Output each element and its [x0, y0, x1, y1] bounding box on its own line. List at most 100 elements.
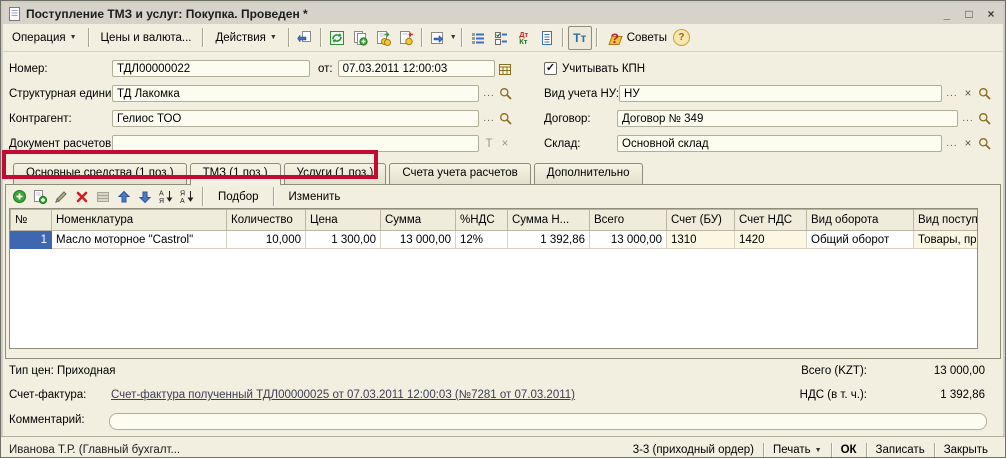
refresh-icon[interactable]	[326, 27, 348, 49]
select-ellipsis-button[interactable]: ...	[481, 110, 497, 127]
magnifier-icon[interactable]	[497, 85, 513, 102]
copy-row-icon[interactable]	[31, 188, 49, 206]
table-row[interactable]: 1 Масло моторное "Castrol" 10,000 1 300,…	[11, 231, 979, 249]
print-button[interactable]: Печать▼	[764, 444, 831, 456]
move-down-icon[interactable]	[136, 188, 154, 206]
chevron-down-icon[interactable]: ▼	[450, 34, 457, 41]
move-up-icon[interactable]	[115, 188, 133, 206]
cell-quantity[interactable]: 10,000	[227, 231, 306, 249]
invoice-link[interactable]: Счет-фактура полученный ТДЛ00000025 от 0…	[111, 389, 575, 401]
nu-account-type-input[interactable]	[619, 85, 942, 102]
tab-additional[interactable]: Дополнительно	[534, 163, 643, 184]
close-button[interactable]: ×	[984, 7, 998, 21]
cell-turnover-type[interactable]: Общий оборот	[807, 231, 914, 249]
save-button[interactable]: Записать	[867, 444, 934, 456]
ok-button[interactable]: ОК	[832, 444, 866, 456]
col-number[interactable]: №	[11, 210, 52, 231]
cell-account-vat[interactable]: 1420	[735, 231, 807, 249]
col-account-vat[interactable]: Счет НДС	[735, 210, 807, 231]
delete-row-icon[interactable]	[73, 188, 91, 206]
magnifier-icon[interactable]	[976, 135, 992, 152]
close-form-button[interactable]: Закрыть	[935, 444, 997, 456]
cell-total[interactable]: 13 000,00	[590, 231, 667, 249]
magnifier-icon[interactable]	[497, 110, 513, 127]
add-row-icon[interactable]	[10, 188, 28, 206]
date-input[interactable]	[338, 60, 495, 77]
tab-tmz[interactable]: ТМЗ (1 поз.)	[190, 163, 281, 186]
counterparty-input[interactable]	[112, 110, 479, 127]
structural-unit-input[interactable]	[112, 85, 479, 102]
cell-amount[interactable]: 13 000,00	[381, 231, 456, 249]
edit-row-icon[interactable]	[52, 188, 70, 206]
cell-nomenclature[interactable]: Масло моторное "Castrol"	[52, 231, 227, 249]
maximize-button[interactable]: □	[962, 7, 976, 21]
chevron-down-icon: ▼	[70, 34, 77, 41]
unpost-document-icon[interactable]	[395, 27, 417, 49]
warehouse-input[interactable]	[617, 135, 942, 152]
cell-vat-amount[interactable]: 1 392,86	[508, 231, 590, 249]
prices-currency-button[interactable]: Цены и валюта...	[94, 29, 199, 47]
go-to-icon[interactable]	[427, 27, 449, 49]
cell-receipt-type[interactable]: Товары, приобр...	[914, 231, 979, 249]
row-number-cell[interactable]: 1	[11, 231, 52, 249]
select-ellipsis-button[interactable]: ...	[944, 85, 960, 102]
totals-icon	[94, 188, 112, 206]
toolbar-separator	[288, 28, 290, 47]
items-table: № Номенклатура Количество Цена Сумма %НД…	[9, 208, 978, 349]
tab-settlement-accounts[interactable]: Счета учета расчетов	[389, 163, 530, 184]
col-total[interactable]: Всего	[590, 210, 667, 231]
col-turnover-type[interactable]: Вид оборота	[807, 210, 914, 231]
select-ellipsis-button[interactable]: ...	[944, 135, 960, 152]
post-document-icon[interactable]	[372, 27, 394, 49]
select-ellipsis-button[interactable]: ...	[960, 110, 976, 127]
copy-add-icon[interactable]	[349, 27, 371, 49]
operation-menu[interactable]: Операция▼	[5, 29, 84, 47]
advices-button[interactable]: ? Советы	[602, 28, 672, 48]
col-account-bu[interactable]: Счет (БУ)	[667, 210, 735, 231]
sort-descending-icon[interactable]: ЯА	[178, 188, 196, 206]
tab-strip: Основные средства (1 поз.) ТМЗ (1 поз.) …	[1, 153, 1005, 184]
cell-account-bu[interactable]: 1310	[667, 231, 735, 249]
document-icon	[8, 7, 21, 21]
col-nomenclature[interactable]: Номенклатура	[52, 210, 227, 231]
chevron-down-icon: ▼	[270, 34, 277, 41]
tab-services[interactable]: Услуги (1 поз.)	[284, 163, 387, 184]
tab-fixed-assets[interactable]: Основные средства (1 поз.)	[13, 163, 187, 184]
col-receipt-type[interactable]: Вид поступления	[914, 210, 979, 231]
cell-vat-percent[interactable]: 12%	[456, 231, 508, 249]
pick-button[interactable]: Подбор	[210, 189, 267, 205]
clear-icon[interactable]: ×	[960, 85, 976, 102]
col-amount[interactable]: Сумма	[381, 210, 456, 231]
number-input[interactable]	[112, 60, 310, 77]
chevron-down-icon: ▼	[815, 447, 822, 454]
select-ellipsis-button[interactable]: ...	[481, 85, 497, 102]
reread-icon[interactable]	[294, 27, 316, 49]
col-quantity[interactable]: Количество	[227, 210, 306, 231]
contract-input[interactable]	[617, 110, 958, 127]
document-journal-icon[interactable]	[536, 27, 558, 49]
actions-menu[interactable]: Действия▼	[208, 29, 283, 47]
kpn-checkbox[interactable]: ✓	[544, 62, 557, 75]
clear-icon[interactable]: ×	[960, 135, 976, 152]
change-button[interactable]: Изменить	[281, 189, 349, 205]
cell-price[interactable]: 1 300,00	[306, 231, 381, 249]
document-window: Поступление ТМЗ и услуг: Покупка. Провед…	[0, 0, 1006, 458]
calendar-icon[interactable]	[497, 60, 513, 77]
magnifier-icon[interactable]	[976, 110, 992, 127]
sort-ascending-icon[interactable]: АЯ	[157, 188, 175, 206]
help-icon[interactable]: ?	[673, 29, 690, 46]
dt-kt-icon[interactable]: ДтКт	[513, 27, 535, 49]
list-settings-icon[interactable]	[490, 27, 512, 49]
number-label: Номер:	[9, 63, 112, 75]
col-vat-percent[interactable]: %НДС	[456, 210, 508, 231]
comment-input[interactable]	[109, 413, 987, 430]
minimize-button[interactable]: _	[940, 7, 954, 21]
structure-icon[interactable]	[467, 27, 489, 49]
magnifier-icon[interactable]	[976, 85, 992, 102]
col-vat-amount[interactable]: Сумма Н...	[508, 210, 590, 231]
price-type-label: Тип цен: Приходная	[9, 365, 116, 377]
text-format-toggle[interactable]: Тт	[568, 26, 592, 50]
comment-label: Комментарий:	[9, 414, 85, 426]
settlement-document-input[interactable]	[112, 135, 479, 152]
col-price[interactable]: Цена	[306, 210, 381, 231]
